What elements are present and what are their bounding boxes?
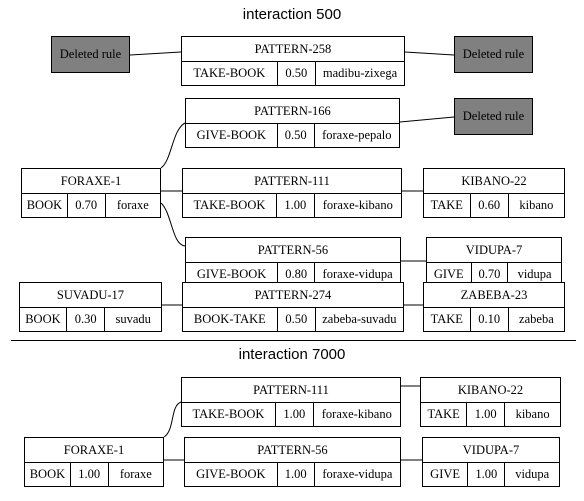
node-attributes: TAKE 1.00 kibano <box>421 403 560 426</box>
node-attributes: BOOK 0.70 foraxe <box>22 194 160 217</box>
node-name: kibano <box>504 403 560 426</box>
pattern-node: PATTERN-111 TAKE-BOOK 1.00 foraxe-kibano <box>181 377 401 427</box>
node-name: foraxe-kibano <box>313 194 401 217</box>
node-weight: 1.00 <box>466 403 504 426</box>
node-attributes: BOOK 0.30 suvadu <box>20 308 161 331</box>
agent-node: KIBANO-22 TAKE 0.60 kibano <box>423 168 565 218</box>
node-category: BOOK <box>26 198 63 212</box>
node-weight: 0.50 <box>276 124 314 147</box>
section-title-interaction-7000: interaction 7000 <box>238 346 346 363</box>
node-category: BOOK <box>29 467 66 481</box>
node-name: foraxe-vidupa <box>313 463 400 486</box>
node-attributes: TAKE-BOOK 1.00 foraxe-kibano <box>182 403 400 426</box>
node-attributes: TAKE 0.60 kibano <box>424 194 564 217</box>
edge <box>404 51 455 56</box>
node-weight: 0.30 <box>65 308 105 331</box>
node-attributes: TAKE-BOOK 0.50 madibu-zixega <box>182 62 404 85</box>
node-title: VIDUPA-7 <box>427 238 561 263</box>
edge <box>163 401 182 438</box>
pattern-node: PATTERN-166 GIVE-BOOK 0.50 foraxe-pepalo <box>185 98 400 148</box>
edge <box>160 122 186 169</box>
node-title: PATTERN-111 <box>182 378 400 403</box>
deleted-rule-node: Deleted rule <box>51 36 130 73</box>
node-attributes: GIVE-BOOK 0.50 foraxe-pepalo <box>186 124 399 147</box>
node-title: PATTERN-258 <box>182 37 404 62</box>
node-title: PATTERN-111 <box>183 169 401 194</box>
node-category: TAKE-BOOK <box>193 198 266 212</box>
node-weight: 0.70 <box>66 194 105 217</box>
node-category: GIVE-BOOK <box>196 467 266 481</box>
node-title: FORAXE-1 <box>25 438 163 463</box>
agent-node: FORAXE-1 BOOK 1.00 foraxe <box>24 437 164 487</box>
node-name: kibano <box>507 194 564 217</box>
node-weight: 0.60 <box>469 194 508 217</box>
node-attributes: TAKE-BOOK 1.00 foraxe-kibano <box>183 194 401 217</box>
node-attributes: BOOK-TAKE 0.50 zabeba-suvadu <box>183 308 403 331</box>
node-weight: 1.00 <box>276 463 314 486</box>
node-name: foraxe-kibano <box>312 403 400 426</box>
node-category: TAKE <box>430 198 463 212</box>
node-weight: 0.10 <box>469 308 508 331</box>
section-divider <box>11 340 576 341</box>
section-title-interaction-500: interaction 500 <box>242 6 342 23</box>
node-category: TAKE-BOOK <box>192 407 265 421</box>
pattern-node: PATTERN-111 TAKE-BOOK 1.00 foraxe-kibano <box>182 168 402 218</box>
node-title: PATTERN-166 <box>186 99 399 124</box>
node-weight: 1.00 <box>275 194 314 217</box>
node-category: BOOK <box>25 312 61 326</box>
agent-node: VIDUPA-7 GIVE 1.00 vidupa <box>422 437 560 487</box>
node-title: PATTERN-56 <box>186 238 400 263</box>
node-category: TAKE <box>427 407 460 421</box>
deleted-rule-node: Deleted rule <box>454 98 533 135</box>
node-attributes: GIVE 1.00 vidupa <box>423 463 559 486</box>
pattern-node: PATTERN-56 GIVE-BOOK 0.80 foraxe-vidupa <box>185 237 401 287</box>
pattern-node: PATTERN-56 GIVE-BOOK 1.00 foraxe-vidupa <box>184 437 401 487</box>
node-title: KIBANO-22 <box>424 169 564 194</box>
node-title: KIBANO-22 <box>421 378 560 403</box>
node-title: SUVADU-17 <box>20 283 161 308</box>
node-title: PATTERN-56 <box>185 438 400 463</box>
node-category: GIVE <box>430 467 461 481</box>
agent-node: ZABEBA-23 TAKE 0.10 zabeba <box>423 282 565 332</box>
node-weight: 1.00 <box>69 463 108 486</box>
node-name: zabeba <box>507 308 564 331</box>
node-name: foraxe-pepalo <box>313 124 399 147</box>
node-weight: 0.50 <box>276 308 315 331</box>
agent-node: VIDUPA-7 GIVE 0.70 vidupa <box>426 237 562 287</box>
node-weight: 1.00 <box>274 403 313 426</box>
pattern-node: PATTERN-274 BOOK-TAKE 0.50 zabeba-suvadu <box>182 282 404 332</box>
deleted-rule-node: Deleted rule <box>454 36 533 73</box>
node-name: madibu-zixega <box>314 62 404 85</box>
edge <box>399 116 455 123</box>
node-name: foraxe <box>104 194 160 217</box>
edge <box>129 51 182 56</box>
node-title: FORAXE-1 <box>22 169 160 194</box>
agent-node: SUVADU-17 BOOK 0.30 suvadu <box>19 282 162 332</box>
node-name: zabeba-suvadu <box>314 308 403 331</box>
node-title: PATTERN-274 <box>183 283 403 308</box>
node-weight: 0.50 <box>276 62 315 85</box>
diagram-canvas: interaction 500 interaction 7000 Deleted… <box>0 0 584 501</box>
node-name: suvadu <box>104 308 161 331</box>
node-category: GIVE-BOOK <box>196 128 267 142</box>
node-category: BOOK-TAKE <box>193 312 266 326</box>
agent-node: FORAXE-1 BOOK 0.70 foraxe <box>21 168 161 218</box>
node-name: vidupa <box>504 463 559 486</box>
agent-node: KIBANO-22 TAKE 1.00 kibano <box>420 377 561 427</box>
node-category: TAKE <box>430 312 463 326</box>
node-title: VIDUPA-7 <box>423 438 559 463</box>
node-attributes: BOOK 1.00 foraxe <box>25 463 163 486</box>
pattern-node: PATTERN-258 TAKE-BOOK 0.50 madibu-zixega <box>181 36 405 86</box>
node-weight: 1.00 <box>467 463 504 486</box>
node-attributes: TAKE 0.10 zabeba <box>424 308 564 331</box>
node-title: ZABEBA-23 <box>424 283 564 308</box>
node-category: TAKE-BOOK <box>193 66 266 80</box>
node-attributes: GIVE-BOOK 1.00 foraxe-vidupa <box>185 463 400 486</box>
node-name: foraxe <box>107 463 163 486</box>
